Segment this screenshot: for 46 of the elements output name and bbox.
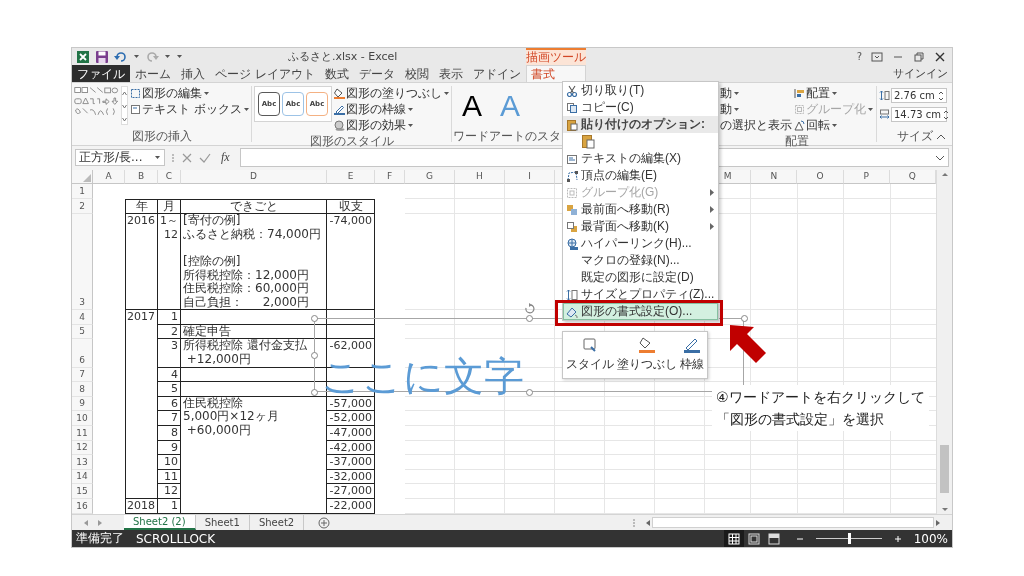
window-title: ふるさと.xlsx - Excel xyxy=(288,49,398,64)
cell-line: 所得税控除：12,000円 xyxy=(183,268,309,282)
table-cell: 1 xyxy=(158,310,181,325)
status-text: 準備完了 xyxy=(76,530,124,547)
table-cell: 5 xyxy=(158,382,181,397)
table-cell: 12 xyxy=(158,484,181,499)
cell-line: 5,000円×12ヶ月 xyxy=(183,410,279,424)
table-cell: 2017 xyxy=(125,310,158,499)
table-cell: 収支 xyxy=(327,198,375,215)
table-cell: 月 xyxy=(158,198,181,215)
table-cell: -22,000 xyxy=(327,499,375,514)
table-cell: 2018 xyxy=(125,499,158,514)
cell-line: +60,000円 xyxy=(185,424,251,438)
cell-line: [寄付の例] xyxy=(183,214,241,228)
table-cell: 8 xyxy=(158,426,181,441)
group-label: 配置 xyxy=(785,133,809,147)
table-cell: 年 xyxy=(125,198,158,215)
table-cell: -27,000 xyxy=(327,484,375,499)
instruction-text: 「図形の書式設定」を選択 xyxy=(716,410,885,429)
cell-line: 所得税控除 還付金支払 xyxy=(183,339,307,353)
cell-line: 住民税控除 xyxy=(183,396,243,410)
table-cell: 2016 xyxy=(125,214,158,311)
table-cell: 10 xyxy=(158,455,181,470)
table-cell: -74,000 xyxy=(327,214,375,311)
cell-line: 自己負担： 2,000円 xyxy=(183,295,309,310)
table-cell: -37,000 xyxy=(327,455,375,470)
cell-line: ふるさと納税：74,000円 xyxy=(183,227,321,242)
cell-line: 1～ xyxy=(160,214,178,228)
cell-line: [控除の例] xyxy=(183,254,241,269)
table-cell: -47,000 xyxy=(327,426,375,441)
cell-line: 住民税控除：60,000円 xyxy=(183,282,309,296)
cell-line: +12,000円 xyxy=(185,353,251,367)
menu-heading: 貼り付けのオプション: xyxy=(581,116,705,133)
table-cell: 3 xyxy=(158,339,181,368)
group-label: 図形の挿入 xyxy=(131,128,192,142)
cell-line: 12 xyxy=(164,227,178,242)
contextual-tab-label: 描画ツール xyxy=(525,48,586,65)
table-cell: -52,000 xyxy=(327,411,375,427)
table-cell: 7 xyxy=(158,411,181,427)
group-label: サイズ xyxy=(896,128,933,142)
table-cell: 1 xyxy=(158,499,181,514)
group-label: 図形のスタイル xyxy=(309,133,394,147)
status-text: SCROLLLOCK xyxy=(136,531,216,546)
table-cell: できごと xyxy=(181,198,327,215)
group-label: ワードアートのスタ xyxy=(452,128,561,142)
instruction-text: ④ワードアートを右クリックして xyxy=(716,388,925,407)
